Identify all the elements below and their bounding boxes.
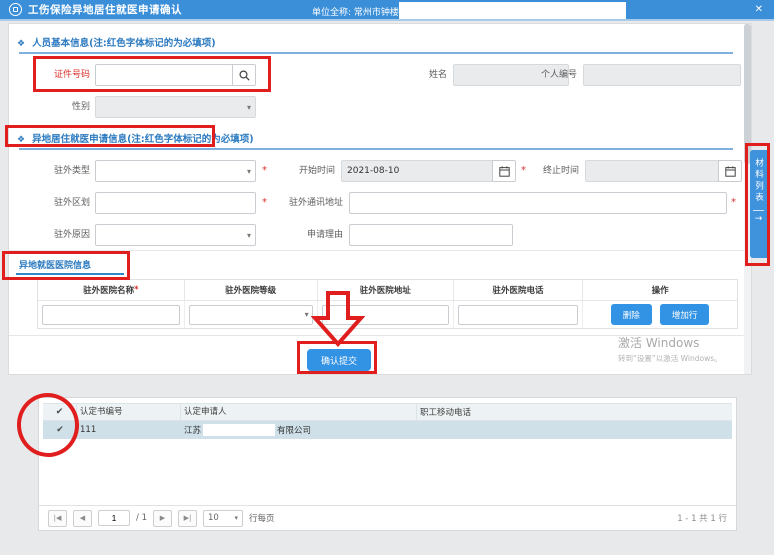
- unit-name-redaction: [399, 2, 626, 19]
- applicant-redaction: [203, 424, 275, 436]
- chevron-down-icon: ▾: [247, 231, 251, 240]
- start-time-input: [341, 160, 493, 182]
- hospital-level-select[interactable]: ▾: [189, 305, 313, 325]
- per-page-label: 行每页: [249, 512, 275, 524]
- screen: 工伤保险异地居住就医申请确认 单位全称: 常州市钟楼区 ✕ ❖人员基本信息(注:…: [0, 0, 774, 555]
- app-icon: [9, 3, 22, 16]
- arrow-right-icon: →: [755, 214, 763, 224]
- section-marker-icon: ❖: [17, 135, 25, 145]
- abroad-type-label: 驻外类型: [35, 160, 90, 182]
- row-range-label: 1 - 1 共 1 行: [677, 512, 727, 524]
- calendar-icon: [499, 166, 510, 177]
- personal-no-input: [583, 64, 741, 86]
- windows-watermark: 激活 Windows 转到“设置”以激活 Windows。: [618, 334, 722, 364]
- record-table: ✔ 认定书编号 认定申请人 职工移动电话 ✔ 111 江苏 有限公司: [43, 403, 732, 439]
- search-button[interactable]: [232, 64, 256, 86]
- material-list-tab[interactable]: 材料列表 →: [750, 150, 767, 258]
- personal-no-label: 个人编号: [533, 64, 577, 86]
- gender-select[interactable]: ▾: [95, 96, 256, 118]
- page-total-label: / 1: [136, 513, 147, 523]
- col-mobile-phone: 职工移动电话: [417, 406, 732, 418]
- abroad-type-select[interactable]: ▾: [95, 160, 256, 182]
- start-time-label: 开始时间: [291, 160, 335, 182]
- col-cert-no: 认定书编号: [77, 403, 181, 421]
- section-marker-icon: ❖: [17, 39, 25, 49]
- record-table-panel: ✔ 认定书编号 认定申请人 职工移动电话 ✔ 111 江苏 有限公司 |◀ ◀ …: [38, 397, 737, 531]
- next-page-button[interactable]: ▶: [153, 510, 172, 527]
- record-table-header: ✔ 认定书编号 认定申请人 职工移动电话: [43, 403, 732, 421]
- table-row[interactable]: ✔ 111 江苏 有限公司: [43, 421, 732, 439]
- search-icon: [239, 70, 250, 81]
- col-hospital-name: 驻外医院名称*: [38, 280, 185, 301]
- chevron-down-icon: ▾: [247, 167, 251, 176]
- first-page-button[interactable]: |◀: [48, 510, 67, 527]
- abroad-district-label: 驻外区划: [35, 192, 90, 214]
- prev-page-button[interactable]: ◀: [73, 510, 92, 527]
- start-calendar-button[interactable]: [492, 160, 516, 182]
- abroad-district-input[interactable]: [95, 192, 256, 214]
- apply-reason-label: 申请理由: [299, 224, 343, 246]
- required-mark: *: [731, 192, 736, 214]
- chevron-down-icon: ▾: [234, 514, 238, 522]
- section-divider: [19, 148, 733, 150]
- abroad-address-label: 驻外通讯地址: [277, 192, 343, 214]
- required-mark: *: [134, 285, 138, 295]
- chevron-down-icon: ▾: [247, 103, 251, 112]
- tab-hospital-info[interactable]: 异地就医医院信息: [19, 258, 91, 271]
- pagination-bar: |◀ ◀ / 1 ▶ ▶| 10 ▾ 行每页 1 - 1 共 1 行: [39, 505, 736, 530]
- col-action: 操作: [583, 280, 737, 301]
- section-title-person: ❖人员基本信息(注:红色字体标记的为必填项): [17, 35, 216, 49]
- confirm-submit-button[interactable]: 确认提交: [307, 349, 371, 371]
- close-icon[interactable]: ✕: [755, 4, 763, 15]
- end-time-input: [585, 160, 719, 182]
- chevron-down-icon: ▾: [305, 310, 309, 319]
- cert-no-cell: 111: [77, 425, 181, 435]
- required-mark: *: [262, 160, 267, 182]
- hospital-table: 驻外医院名称* 驻外医院等级 驻外医院地址 驻外医院电话 操作 ▾ 删除: [37, 279, 738, 329]
- hospital-name-input[interactable]: [42, 305, 180, 325]
- hospital-phone-input[interactable]: [458, 305, 578, 325]
- apply-reason-input[interactable]: [349, 224, 513, 246]
- abroad-reason-select[interactable]: ▾: [95, 224, 256, 246]
- required-mark: *: [262, 192, 267, 214]
- abroad-reason-label: 驻外原因: [35, 224, 90, 246]
- main-form-panel: ❖人员基本信息(注:红色字体标记的为必填项) 证件号码 姓名 个人编号 性别 ▾…: [8, 23, 752, 375]
- delete-button[interactable]: 删除: [611, 304, 652, 325]
- id-number-input[interactable]: [95, 64, 233, 86]
- scrollbar-thumb[interactable]: [744, 24, 751, 164]
- tab-underline: [16, 273, 124, 275]
- row-checkbox[interactable]: ✔: [43, 425, 77, 435]
- hospital-table-header: 驻外医院名称* 驻外医院等级 驻外医院地址 驻外医院电话 操作: [38, 280, 737, 301]
- last-page-button[interactable]: ▶|: [178, 510, 197, 527]
- titlebar: 工伤保险异地居住就医申请确认 单位全称: 常州市钟楼区 ✕: [0, 0, 774, 21]
- material-list-label: 材料列表: [753, 158, 765, 204]
- page-number-input[interactable]: [98, 510, 130, 526]
- hospital-table-row: ▾ 删除 增加行: [38, 301, 737, 328]
- select-all-checkbox[interactable]: ✔: [43, 403, 77, 421]
- divider: [9, 250, 751, 251]
- page-size-select[interactable]: 10 ▾: [203, 510, 243, 527]
- id-number-label: 证件号码: [35, 64, 90, 86]
- required-mark: *: [521, 160, 526, 182]
- unit-name-label: 单位全称: 常州市钟楼区: [312, 5, 408, 18]
- name-label: 姓名: [403, 64, 447, 86]
- applicant-cell: 江苏 有限公司: [181, 424, 417, 436]
- abroad-address-input[interactable]: [349, 192, 727, 214]
- col-hospital-level: 驻外医院等级: [185, 280, 318, 301]
- col-hospital-address: 驻外医院地址: [318, 280, 454, 301]
- col-applicant: 认定申请人: [181, 403, 417, 421]
- section-title-apply: ❖异地居住就医申请信息(注:红色字体标记的为必填项): [17, 131, 254, 145]
- section-divider: [19, 52, 733, 54]
- divider: [753, 210, 764, 211]
- page-title: 工伤保险异地居住就医申请确认: [28, 2, 182, 17]
- hospital-address-input[interactable]: [322, 305, 449, 325]
- add-row-button[interactable]: 增加行: [660, 304, 710, 325]
- end-calendar-button[interactable]: [718, 160, 742, 182]
- col-hospital-phone: 驻外医院电话: [454, 280, 583, 301]
- gender-label: 性别: [35, 96, 90, 118]
- end-time-label: 终止时间: [535, 160, 579, 182]
- calendar-icon: [725, 166, 736, 177]
